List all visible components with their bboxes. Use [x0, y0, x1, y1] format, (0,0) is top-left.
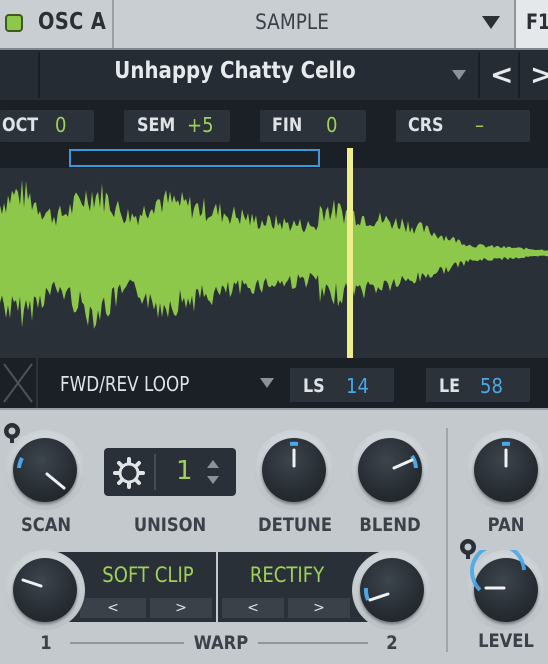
osc-enable-toggle[interactable] [5, 14, 23, 32]
pan-knob[interactable] [466, 430, 546, 510]
blend-knob-indicator [392, 454, 418, 470]
fin-value[interactable]: 0 [326, 113, 337, 137]
level-label: LEVEL [478, 630, 534, 652]
scan-label: SCAN [20, 514, 72, 536]
waveform-display[interactable] [0, 148, 548, 358]
loop-end-label: LE [439, 375, 461, 397]
oct-value[interactable]: 0 [55, 113, 66, 137]
warp-1-label: 1 [40, 632, 52, 654]
fin-label: FIN [272, 114, 303, 136]
oct-label: OCT [2, 114, 39, 136]
warp-2-knob[interactable] [352, 550, 432, 630]
sample-type-label: SAMPLE [255, 10, 329, 34]
sem-value[interactable]: +5 [187, 113, 214, 137]
unison-label: UNISON [133, 514, 207, 536]
sample-menu-arrow-icon[interactable] [452, 70, 466, 80]
dropdown-arrow-icon [482, 16, 500, 29]
warp-1-knob[interactable] [5, 550, 85, 630]
pan-label: PAN [487, 514, 525, 536]
bar-divider [518, 52, 520, 98]
warp-2-prev-button[interactable]: < [222, 598, 284, 618]
warp-label: WARP [193, 632, 249, 654]
next-sample-button[interactable]: > [530, 58, 548, 91]
panel-divider [446, 428, 448, 652]
gear-icon[interactable] [113, 457, 145, 489]
level-knob-indicator [470, 550, 526, 592]
loop-start-value[interactable]: 14 [346, 374, 369, 398]
sample-type-dropdown[interactable]: SAMPLE [114, 0, 514, 48]
warp-slot-1-mode[interactable]: SOFT CLIP [81, 563, 215, 587]
detune-knob-indicator [289, 441, 299, 468]
blend-label: BLEND [359, 514, 421, 536]
scan-knob-indicator [17, 457, 66, 490]
waveform-graphic [0, 148, 548, 358]
warp-line [258, 642, 368, 644]
sample-name[interactable]: Unhappy Chatty Cello [67, 58, 402, 84]
loop-mode-dropdown[interactable]: FWD/REV LOOP [60, 372, 189, 396]
warp-2-label: 2 [386, 632, 398, 654]
prev-sample-button[interactable]: < [490, 58, 513, 91]
warp-1-next-button[interactable]: > [150, 598, 212, 618]
stepper-divider [154, 454, 156, 490]
warp-2-next-button[interactable]: > [288, 598, 350, 618]
crs-value[interactable]: – [475, 113, 484, 137]
playhead-marker[interactable] [347, 148, 353, 358]
stepper-arrows-icon[interactable] [203, 458, 223, 486]
waveform-shape [0, 179, 548, 329]
crs-label: CRS [408, 114, 444, 136]
tab-filter-1-label: F1 [526, 10, 548, 34]
loop-disabled-icon[interactable] [0, 360, 36, 406]
scan-knob[interactable] [5, 430, 85, 510]
detune-label: DETUNE [258, 514, 332, 536]
loop-start-label: LS [303, 375, 325, 397]
unison-value[interactable]: 1 [176, 456, 193, 486]
detune-knob[interactable] [254, 430, 334, 510]
osc-title: OSC A [38, 9, 107, 35]
bar-divider [36, 358, 38, 408]
loop-end-value[interactable]: 58 [480, 374, 503, 398]
warp-line [70, 642, 184, 644]
dropdown-arrow-icon[interactable] [260, 378, 274, 388]
tab-filter-1[interactable]: F1 [516, 0, 548, 48]
bar-divider [38, 52, 40, 98]
warp-slot-2-mode[interactable]: RECTIFY [223, 563, 352, 587]
sem-label: SEM [137, 114, 176, 136]
cross-icon [3, 363, 33, 403]
warp-1-knob-indicator [21, 578, 43, 588]
blend-knob[interactable] [350, 430, 430, 510]
pan-knob-indicator [501, 441, 511, 468]
warp-2-knob-indicator [363, 587, 390, 602]
level-knob[interactable] [466, 550, 546, 630]
bar-divider [478, 52, 480, 98]
warp-1-prev-button[interactable]: < [80, 598, 146, 618]
